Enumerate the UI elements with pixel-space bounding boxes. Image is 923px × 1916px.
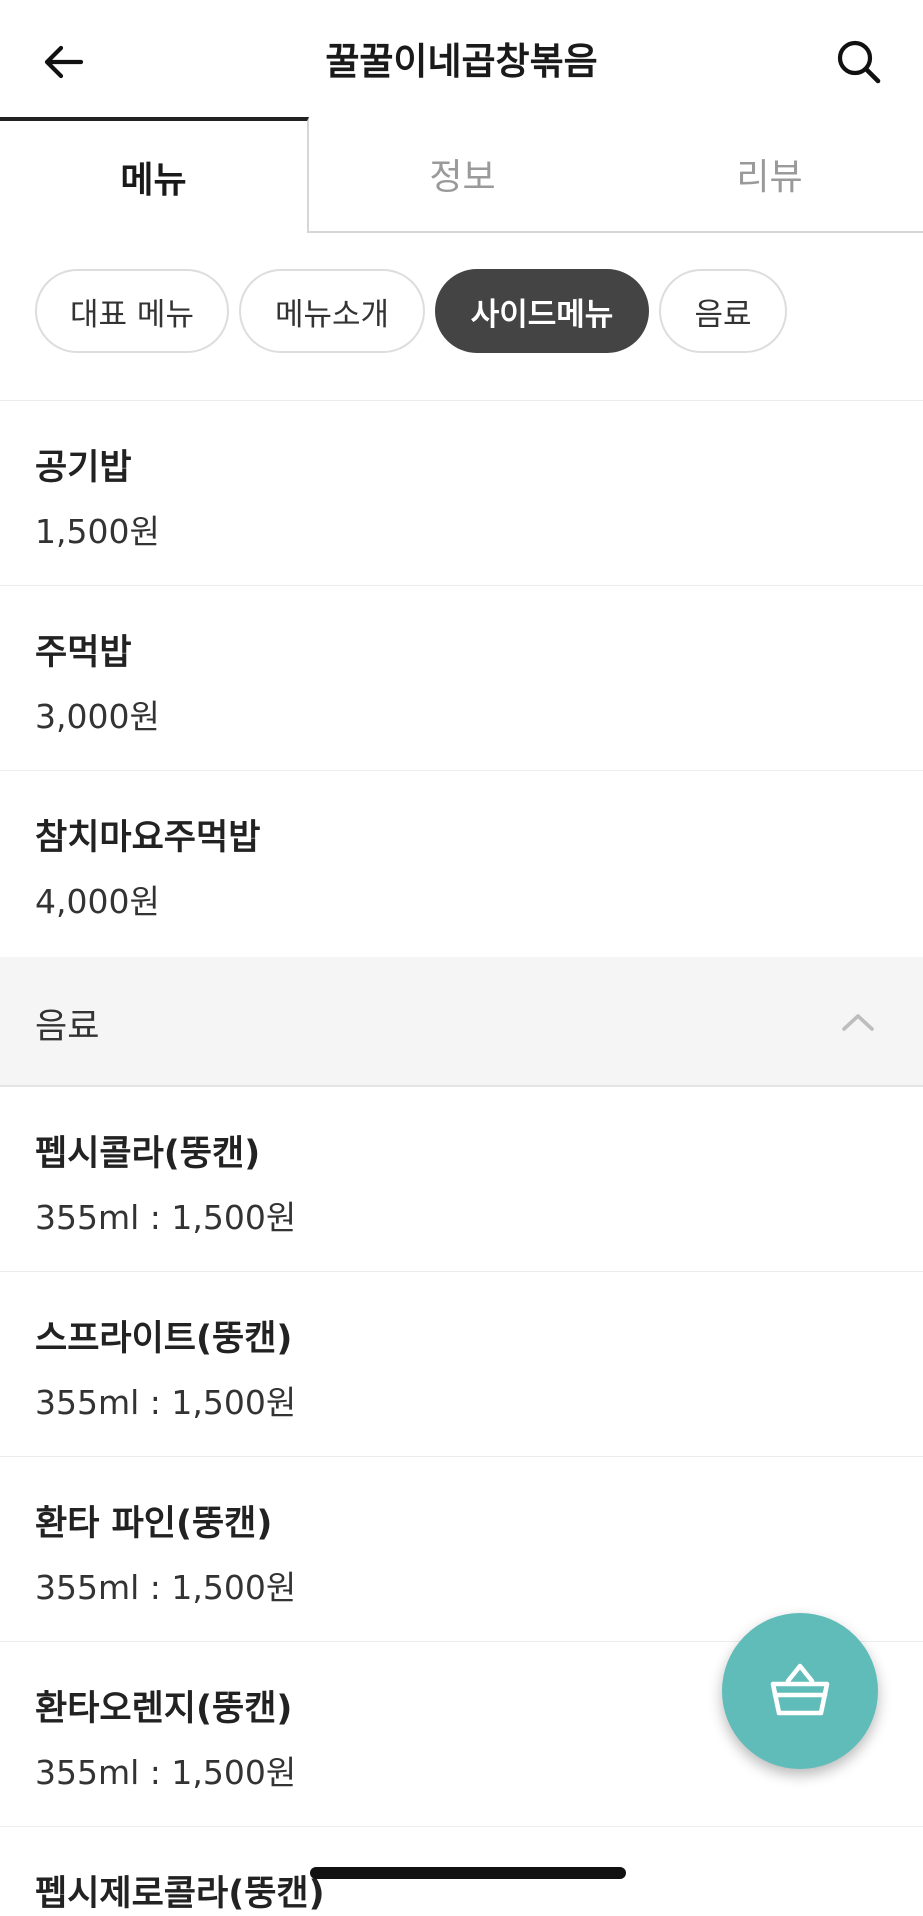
menu-item-price: 355ml : 1,500원 bbox=[35, 1383, 297, 1422]
menu-item-price: 3,000원 bbox=[35, 697, 160, 736]
app-header: 꿀꿀이네곱창볶음 bbox=[0, 0, 923, 117]
tab-menu[interactable]: 메뉴 bbox=[0, 117, 309, 233]
menu-item[interactable]: 펩시콜라(뚱캔) 355ml : 1,500원 bbox=[0, 1087, 923, 1272]
menu-item-name: 스프라이트(뚱캔) bbox=[35, 1319, 293, 1359]
menu-item-price: 1,500원 bbox=[35, 512, 160, 551]
menu-item-price: 4,000원 bbox=[35, 882, 160, 921]
category-chips: 대표 메뉴 메뉴소개 사이드메뉴 음료 bbox=[0, 233, 923, 401]
tab-info[interactable]: 정보 bbox=[309, 117, 616, 233]
shopping-basket-icon bbox=[770, 1663, 830, 1716]
chip-menu-intro[interactable]: 메뉴소개 bbox=[239, 269, 425, 353]
search-button[interactable] bbox=[823, 26, 895, 98]
menu-item[interactable]: 스프라이트(뚱캔) 355ml : 1,500원 bbox=[0, 1272, 923, 1457]
drinks-section-header[interactable]: 음료 bbox=[0, 957, 923, 1087]
menu-item-name: 환타 파인(뚱캔) bbox=[35, 1504, 273, 1544]
chevron-up-icon bbox=[842, 1014, 874, 1031]
menu-item-name: 주먹밥 bbox=[35, 633, 132, 673]
menu-item[interactable]: 주먹밥 3,000원 bbox=[0, 586, 923, 771]
menu-item[interactable]: 참치마요주먹밥 4,000원 bbox=[0, 771, 923, 957]
menu-item-price: 355ml : 1,500원 bbox=[35, 1198, 297, 1237]
tab-bar: 메뉴 정보 리뷰 bbox=[0, 117, 923, 233]
chip-featured-menu[interactable]: 대표 메뉴 bbox=[35, 269, 229, 353]
menu-item-price: 355ml : 1,500원 bbox=[35, 1568, 297, 1607]
tab-reviews[interactable]: 리뷰 bbox=[616, 117, 923, 233]
collapse-toggle[interactable] bbox=[833, 997, 883, 1047]
search-icon bbox=[837, 40, 881, 84]
menu-item-name: 펩시콜라(뚱캔) bbox=[35, 1134, 261, 1174]
page-title: 꿀꿀이네곱창볶음 bbox=[325, 40, 598, 83]
menu-item[interactable]: 공기밥 1,500원 bbox=[0, 401, 923, 586]
back-button[interactable] bbox=[28, 26, 100, 98]
cart-button[interactable] bbox=[722, 1613, 878, 1769]
menu-item-name: 참치마요주먹밥 bbox=[35, 818, 261, 858]
menu-item-name: 펩시제로콜라(뚱캔) bbox=[35, 1874, 325, 1914]
chip-drinks[interactable]: 음료 bbox=[659, 269, 787, 353]
menu-item-name: 환타오렌지(뚱캔) bbox=[35, 1689, 293, 1729]
home-indicator bbox=[310, 1867, 626, 1879]
menu-item-name: 공기밥 bbox=[35, 448, 132, 488]
section-title: 음료 bbox=[35, 1007, 100, 1047]
chip-side-menu[interactable]: 사이드메뉴 bbox=[435, 269, 649, 353]
menu-item-price: 355ml : 1,500원 bbox=[35, 1753, 297, 1792]
arrow-left-icon bbox=[44, 45, 84, 79]
menu-item[interactable]: 펩시제로콜라(뚱캔) bbox=[0, 1827, 923, 1914]
